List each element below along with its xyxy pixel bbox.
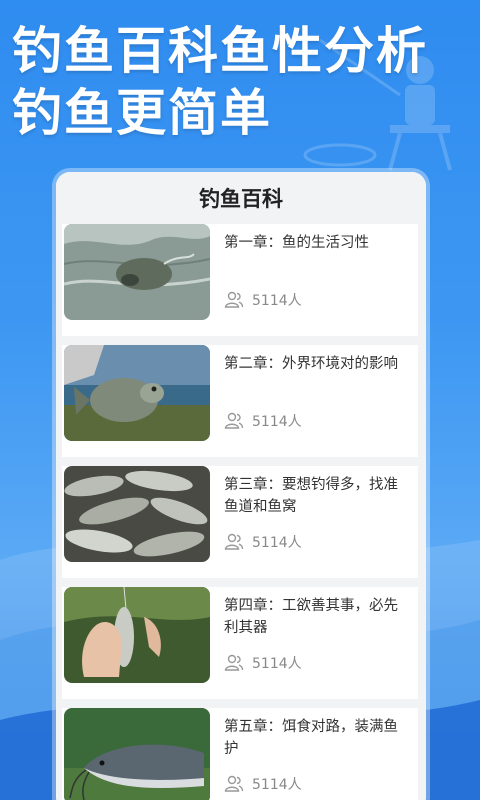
reader-count-text: 5114人: [252, 293, 302, 309]
reader-count: 5114人: [224, 411, 302, 431]
reader-count: 5114人: [224, 532, 302, 552]
carp-in-water-image: [64, 224, 210, 320]
list-item[interactable]: 第三章：要想钓得多，找准鱼道和鱼窝 5114人: [62, 466, 418, 578]
card-title: 钓鱼百科: [56, 172, 426, 226]
chapter-title: 第三章：要想钓得多，找准鱼道和鱼窝: [224, 477, 398, 515]
list-item[interactable]: 第五章：饵食对路，装满鱼护 5114人: [62, 708, 418, 800]
encyclopedia-card: 钓鱼百科 第一章：鱼的生活习性 5114人 第二章：外界环境对的影响 5114人…: [56, 172, 426, 800]
chapter-title: 第一章：鱼的生活习性: [224, 235, 369, 251]
reader-count-text: 5114人: [252, 414, 302, 430]
reader-count: 5114人: [224, 774, 302, 794]
people-icon: [224, 775, 244, 793]
people-icon: [224, 533, 244, 551]
list-item[interactable]: 第一章：鱼的生活习性 5114人: [62, 224, 418, 336]
chapter-title: 第四章：工欲善其事，必先利其器: [224, 598, 398, 636]
chapter-thumbnail: [64, 587, 210, 683]
chapter-thumbnail: [64, 224, 210, 320]
fish-on-hook-image: [64, 587, 210, 683]
chapter-title: 第二章：外界环境对的影响: [224, 356, 398, 372]
list-item[interactable]: 第四章：工欲善其事，必先利其器 5114人: [62, 587, 418, 699]
headline-line-1: 钓鱼百科鱼性分析: [12, 22, 428, 80]
reader-count-text: 5114人: [252, 777, 302, 793]
caught-fish-held-image: [64, 345, 210, 441]
chapter-list: 第一章：鱼的生活习性 5114人 第二章：外界环境对的影响 5114人 第三章：…: [62, 224, 418, 800]
chapter-thumbnail: [64, 708, 210, 800]
list-item[interactable]: 第二章：外界环境对的影响 5114人: [62, 345, 418, 457]
banner: 钓鱼百科鱼性分析 钓鱼更简单: [0, 0, 480, 180]
people-icon: [224, 291, 244, 309]
chapter-thumbnail: [64, 345, 210, 441]
reader-count: 5114人: [224, 290, 302, 310]
headline-line-2: 钓鱼更简单: [12, 84, 272, 142]
reader-count-text: 5114人: [252, 656, 302, 672]
pile-of-fish-image: [64, 466, 210, 562]
people-icon: [224, 412, 244, 430]
chapter-title: 第五章：饵食对路，装满鱼护: [224, 719, 398, 757]
catfish-image: [64, 708, 210, 800]
reader-count-text: 5114人: [252, 535, 302, 551]
reader-count: 5114人: [224, 653, 302, 673]
people-icon: [224, 654, 244, 672]
chapter-thumbnail: [64, 466, 210, 562]
